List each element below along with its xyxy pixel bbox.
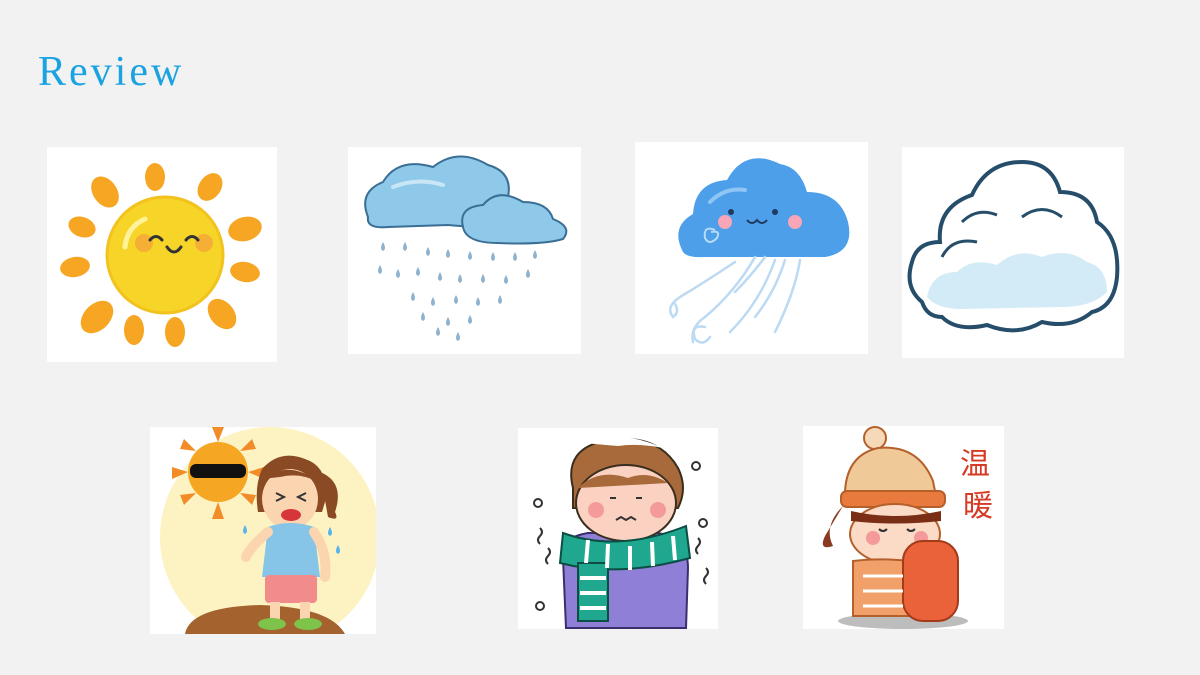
cold-boy-scarf-icon <box>533 436 709 629</box>
slide-title: Review <box>38 49 185 95</box>
rain-cloud-icon <box>364 155 568 341</box>
windy-cloud-icon <box>668 158 850 344</box>
sun-icon <box>60 163 262 347</box>
cloud-icon <box>907 159 1120 333</box>
warm-text-char-2: 暖 <box>963 489 993 524</box>
sun-card <box>47 147 277 362</box>
cold-boy-card <box>518 428 718 629</box>
windy-cloud-card <box>635 142 868 354</box>
hot-girl-sun-icon <box>160 427 376 634</box>
warm-girl-card: 温 暖 <box>803 426 1004 629</box>
hot-girl-card <box>150 427 376 634</box>
warm-girl-hot-water-bottle-icon: 温 暖 <box>822 426 993 629</box>
cloud-card <box>902 147 1124 358</box>
rain-cloud-card <box>348 147 581 354</box>
warm-text-char-1: 温 <box>960 447 990 482</box>
